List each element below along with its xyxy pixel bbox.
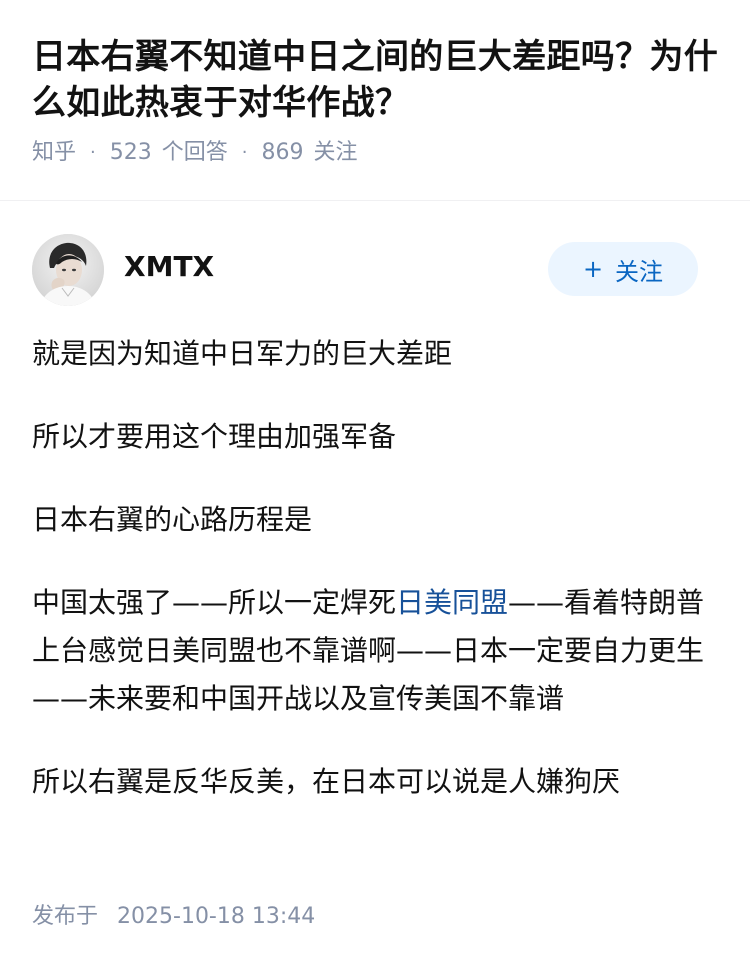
answer-content: 就是因为知道中日军力的巨大差距 所以才要用这个理由加强军备 日本右翼的心路历程是… <box>32 330 710 841</box>
answer-paragraph: 中国太强了——所以一定焊死日美同盟——看着特朗普上台感觉日美同盟也不靠谱啊——日… <box>32 579 710 723</box>
publish-label: 发布于 <box>32 904 99 929</box>
question-meta: 知乎 · 523 个回答 · 869 关注 <box>32 138 718 168</box>
answer-paragraph: 日本右翼的心路历程是 <box>32 503 313 536</box>
follower-count: 869 <box>261 140 304 165</box>
meta-separator: · <box>90 142 96 163</box>
answer-count-label: 个回答 <box>161 140 228 165</box>
author-name[interactable]: XMTX <box>124 250 214 283</box>
header-divider <box>0 200 750 201</box>
answer-paragraph: 所以右翼是反华反美，在日本可以说是人嫌狗厌 <box>32 765 621 798</box>
answer-text: 中国太强了——所以一定焊死 <box>32 586 397 619</box>
follow-button[interactable]: + 关注 <box>548 242 698 296</box>
author-row: XMTX + 关注 <box>32 234 698 306</box>
topic-link[interactable]: 日美同盟 <box>396 586 508 619</box>
answer-paragraph: 就是因为知道中日军力的巨大差距 <box>32 337 453 370</box>
follow-button-label: 关注 <box>615 257 664 286</box>
follower-count-label: 关注 <box>313 140 358 165</box>
answer-paragraph: 所以才要用这个理由加强军备 <box>32 420 397 453</box>
question-header: 日本右翼不知道中日之间的巨大差距吗？为什么如此热衷于对华作战？ 知乎 · 523… <box>0 0 750 168</box>
question-title[interactable]: 日本右翼不知道中日之间的巨大差距吗？为什么如此热衷于对华作战？ <box>32 34 718 126</box>
answer-count: 523 <box>109 140 152 165</box>
meta-separator: · <box>241 142 248 163</box>
publish-info: 发布于 2025-10-18 13:44 <box>32 898 315 930</box>
plus-icon: + <box>582 255 604 283</box>
user-avatar-photo-icon <box>32 234 104 306</box>
avatar[interactable] <box>32 234 104 306</box>
publish-datetime: 2025-10-18 13:44 <box>117 904 316 929</box>
source-label[interactable]: 知乎 <box>32 138 76 168</box>
